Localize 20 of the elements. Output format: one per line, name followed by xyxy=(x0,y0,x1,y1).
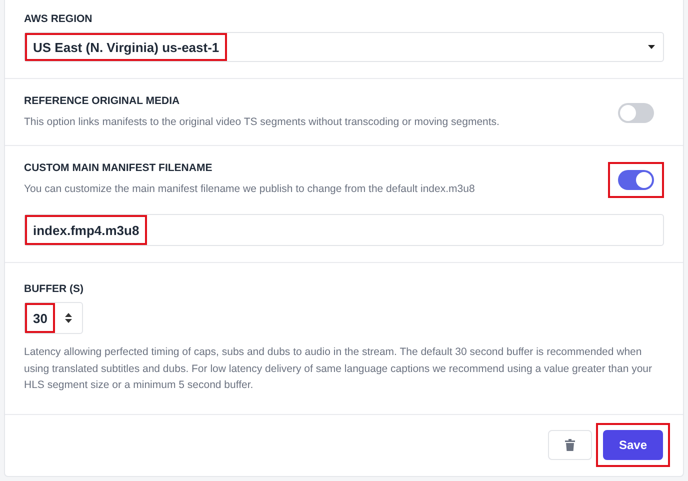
trash-icon xyxy=(564,438,575,450)
buffer-number-input[interactable]: 30 xyxy=(24,302,84,334)
field-label: BUFFER (S) xyxy=(24,283,84,295)
input-value: index.fmp4.m3u8 xyxy=(25,215,148,245)
field-description: Latency allowing perfected timing of caps, subs and dubs to audio in the stream. The default 30 second buffer is recommended when using translated subtitles and dubs. For low latency delivery of same language captions we recommend using a value greater than your HLS segment size or a minimum 5 second buffer. xyxy=(24,345,654,393)
field-description: You can customize the main manifest filename we publish to change from the default index.m3u8 xyxy=(24,182,475,198)
delete-button[interactable] xyxy=(548,430,592,460)
toggle-switch[interactable] xyxy=(618,170,654,190)
select-value: US East (N. Virginia) us-east-1 xyxy=(25,33,228,61)
field-label: CUSTOM MAIN MANIFEST FILENAME xyxy=(24,162,214,174)
input-value: 30 xyxy=(25,303,56,333)
caret-icon xyxy=(648,45,655,49)
toggle-switch[interactable] xyxy=(618,103,654,123)
filename-input[interactable]: index.fmp4.m3u8 xyxy=(24,214,664,246)
field-label: REFERENCE ORIGINAL MEDIA xyxy=(24,95,181,108)
field-description: This option links manifests to the original video TS segments without transcoding or moving segments. xyxy=(24,115,500,130)
stepper-icon xyxy=(65,313,72,323)
field-label: AWS REGION xyxy=(24,13,94,25)
save-button[interactable]: Save xyxy=(602,430,663,460)
region-select[interactable]: US East (N. Virginia) us-east-1 xyxy=(24,32,664,62)
